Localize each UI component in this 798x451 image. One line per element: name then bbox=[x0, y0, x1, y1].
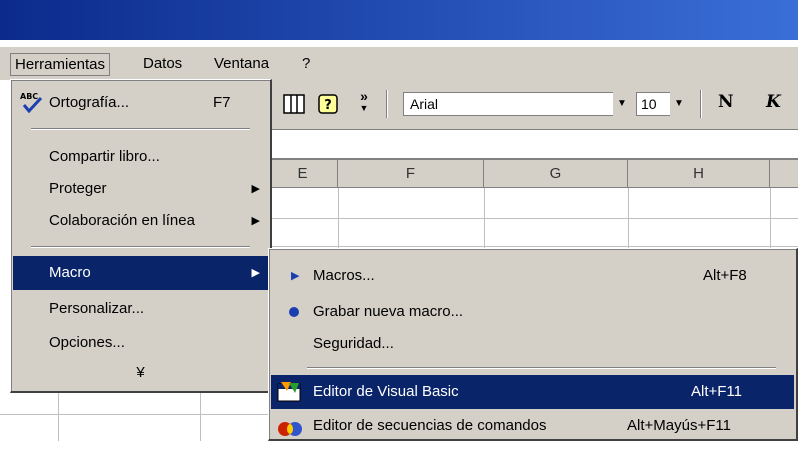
submenu-arrow-icon: ▶ bbox=[251, 215, 260, 227]
menu-item-proteger[interactable]: Proteger ▶ bbox=[13, 172, 268, 206]
menu-separator bbox=[31, 128, 250, 130]
expand-chevron-icon: ¥ bbox=[136, 364, 145, 381]
svg-text:ABC: ABC bbox=[20, 92, 38, 101]
menu-item-label: Colaboración en línea bbox=[49, 212, 195, 229]
column-header-g[interactable]: G bbox=[484, 160, 628, 187]
menu-item-seguridad[interactable]: Seguridad... bbox=[271, 327, 794, 361]
run-macro-icon: ▶ bbox=[291, 270, 300, 282]
menu-item-label: Macros... bbox=[313, 267, 375, 284]
column-header-row: E F G H bbox=[268, 160, 798, 188]
script-editor-icon bbox=[277, 417, 303, 451]
menu-item-label: Grabar nueva macro... bbox=[313, 303, 464, 320]
herramientas-menu: ABC Ortografía... F7 Compartir libro... … bbox=[10, 79, 272, 393]
svg-text:?: ? bbox=[324, 98, 332, 113]
menu-item-compartir-libro[interactable]: Compartir libro... bbox=[13, 140, 268, 174]
formatting-toolbar: ? » ▼ Arial ▼ 10 ▼ N K bbox=[268, 80, 798, 130]
bold-button[interactable]: N bbox=[718, 92, 734, 112]
font-name-dropdown-icon[interactable]: ▼ bbox=[613, 92, 631, 116]
menu-item-shortcut: Alt+F8 bbox=[703, 267, 747, 284]
menu-item-grabar-macro[interactable]: Grabar nueva macro... bbox=[271, 295, 794, 329]
menu-item-editor-vb[interactable]: Editor de Visual Basic Alt+F11 bbox=[271, 375, 794, 409]
column-header-e[interactable]: E bbox=[268, 160, 338, 187]
menu-item-label: Editor de Visual Basic bbox=[313, 383, 459, 400]
font-name-field[interactable]: Arial bbox=[403, 92, 631, 116]
menu-item-macro[interactable]: Macro ▶ bbox=[13, 256, 268, 290]
record-macro-icon bbox=[289, 307, 299, 317]
toolbar-more-button[interactable]: » ▼ bbox=[352, 88, 376, 113]
menu-item-personalizar[interactable]: Personalizar... bbox=[13, 292, 268, 326]
toolbar-separator bbox=[700, 90, 702, 118]
font-size-dropdown-icon[interactable]: ▼ bbox=[670, 92, 688, 116]
more-label: » bbox=[360, 88, 368, 104]
menu-item-ortografia[interactable]: ABC Ortografía... F7 bbox=[13, 86, 268, 120]
toolbar-separator bbox=[386, 90, 388, 118]
submenu-arrow-icon: ▶ bbox=[251, 267, 260, 279]
menu-herramientas[interactable]: Herramientas bbox=[10, 53, 111, 76]
menu-item-macros[interactable]: ▶ Macros... Alt+F8 bbox=[271, 259, 794, 293]
menu-separator bbox=[307, 367, 776, 369]
menu-item-colaboracion[interactable]: Colaboración en línea ▶ bbox=[13, 204, 268, 238]
column-header-f[interactable]: F bbox=[338, 160, 484, 187]
menu-item-label: Compartir libro... bbox=[49, 148, 160, 165]
columns-icon[interactable] bbox=[282, 92, 306, 116]
menu-item-label: Seguridad... bbox=[313, 335, 394, 352]
menu-ventana[interactable]: Ventana bbox=[214, 55, 269, 72]
menu-item-opciones[interactable]: Opciones... bbox=[13, 326, 268, 360]
menu-bar: Herramientas Datos Ventana ? bbox=[0, 46, 798, 80]
italic-button[interactable]: K bbox=[766, 92, 781, 112]
menu-datos[interactable]: Datos bbox=[143, 55, 182, 72]
menu-item-label: Editor de secuencias de comandos bbox=[313, 417, 547, 434]
menu-item-label: Proteger bbox=[49, 180, 107, 197]
menu-item-label: Personalizar... bbox=[49, 300, 145, 317]
menu-item-shortcut: F7 bbox=[213, 94, 231, 111]
macro-submenu: ▶ Macros... Alt+F8 Grabar nueva macro...… bbox=[268, 248, 798, 441]
menu-expand-button[interactable]: ¥ bbox=[13, 356, 268, 390]
column-header-h[interactable]: H bbox=[628, 160, 770, 187]
submenu-arrow-icon: ▶ bbox=[251, 183, 260, 195]
window-title-bar bbox=[0, 0, 798, 40]
menu-item-shortcut: Alt+F11 bbox=[691, 383, 742, 400]
help-assistant-icon[interactable]: ? bbox=[316, 92, 340, 116]
menu-separator bbox=[31, 246, 250, 248]
menu-item-label: Macro bbox=[49, 264, 91, 281]
menu-help[interactable]: ? bbox=[302, 55, 310, 72]
spelling-check-icon: ABC bbox=[19, 90, 45, 129]
menu-item-label: Ortografía... bbox=[49, 94, 130, 111]
menu-item-shortcut: Alt+Mayús+F11 bbox=[627, 417, 731, 434]
formula-bar[interactable] bbox=[268, 130, 798, 160]
menu-item-label: Opciones... bbox=[49, 334, 125, 351]
menu-item-editor-secuencias[interactable]: Editor de secuencias de comandos Alt+May… bbox=[271, 409, 794, 443]
